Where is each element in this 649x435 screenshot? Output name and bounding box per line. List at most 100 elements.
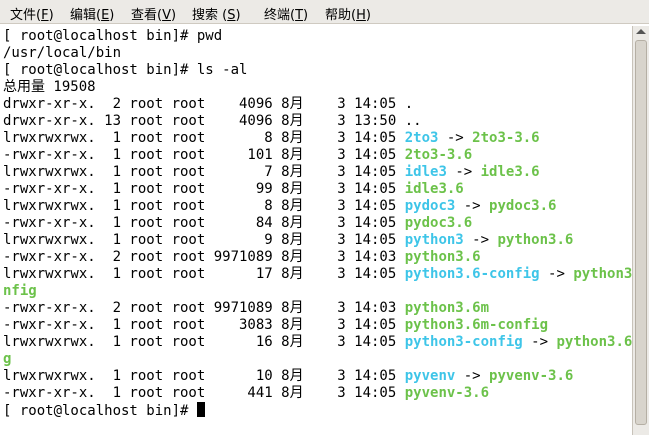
terminal-text: -rwxr-xr-x. 2 root root 9971089 8月 3 14:… (3, 249, 405, 265)
terminal-line: -rwxr-xr-x. 2 root root 9971089 8月 3 14:… (3, 249, 481, 266)
symlink-name: pyvenv (404, 368, 456, 384)
menu-item-1[interactable]: 编辑(E) (70, 4, 114, 23)
menu-item-tail: ) (365, 8, 371, 23)
terminal-line: [ root@localhost bin]# ls -al (3, 62, 247, 79)
menu-item-0[interactable]: 文件(F) (10, 4, 54, 23)
terminal-text: lrwxrwxrwx. 1 root root 8 8月 3 14:05 (3, 130, 405, 146)
terminal-line: lrwxrwxrwx. 1 root root 8 8月 3 14:05 pyd… (3, 198, 556, 215)
executable-name: pydoc3.6 (404, 215, 473, 231)
menu-item-tail: ) (170, 8, 177, 23)
terminal-line: lrwxrwxrwx. 1 root root 17 8月 3 14:05 py… (3, 266, 632, 283)
terminal-text: -rwxr-xr-x. 1 root root 84 8月 3 14:05 (3, 215, 405, 231)
terminal-text: -rwxr-xr-x. 1 root root 101 8月 3 14:05 (3, 147, 405, 163)
terminal-text: [ root@localhost bin]# ls -al (3, 62, 248, 78)
terminal-line: nfig (3, 283, 37, 300)
terminal-text: -rwxr-xr-x. 1 root root 99 8月 3 14:05 (3, 181, 405, 197)
terminal-text: -> (522, 334, 557, 350)
terminal-text: -rwxr-xr-x. 1 root root 441 8月 3 14:05 (3, 385, 405, 401)
menu-item-tail: ) (48, 8, 54, 23)
terminal-text: lrwxrwxrwx. 1 root root 10 8月 3 14:05 (3, 368, 405, 384)
menu-item-accelerator: T (295, 8, 304, 23)
executable-name: nfig (3, 283, 37, 299)
executable-name: pyvenv-3.6 (404, 385, 490, 401)
terminal-text: drwxr-xr-x. 2 root root 4096 8月 3 14:05 … (3, 96, 414, 112)
terminal-text: lrwxrwxrwx. 1 root root 7 8月 3 14:05 (3, 164, 405, 180)
menu-item-label: 搜索 ( (192, 8, 228, 23)
executable-name: idle3.6 (404, 181, 464, 197)
scrollbar-thumb[interactable] (635, 40, 647, 425)
terminal-text: -> (455, 198, 490, 214)
symlink-name: python3.6-config (404, 266, 540, 282)
symlink-name: idle3 (404, 164, 447, 180)
terminal-line: drwxr-xr-x. 2 root root 4096 8月 3 14:05 … (3, 96, 413, 113)
terminal-text: lrwxrwxrwx. 1 root root 17 8月 3 14:05 (3, 266, 405, 282)
menu-item-accelerator: H (356, 8, 366, 23)
terminal-text: -> (446, 164, 481, 180)
terminal-text: -rwxr-xr-x. 1 root root 3083 8月 3 14:05 (3, 317, 405, 333)
terminal-line: [ root@localhost bin]# (3, 402, 205, 419)
terminal-line: -rwxr-xr-x. 1 root root 441 8月 3 14:05 p… (3, 385, 489, 402)
terminal-line: -rwxr-xr-x. 1 root root 84 8月 3 14:05 py… (3, 215, 472, 232)
terminal-text: -> (455, 368, 490, 384)
terminal-text: /usr/local/bin (3, 45, 122, 61)
terminal-output[interactable]: [ root@localhost bin]# pwd/usr/local/bin… (0, 26, 632, 435)
menu-item-2[interactable]: 查看(V) (131, 4, 176, 23)
menu-item-accelerator: F (41, 8, 49, 23)
terminal-line: lrwxrwxrwx. 1 root root 7 8月 3 14:05 idl… (3, 164, 540, 181)
terminal-text: lrwxrwxrwx. 1 root root 8 8月 3 14:05 (3, 198, 405, 214)
executable-name: idle3.6 (480, 164, 540, 180)
scroll-up-arrow-icon[interactable] (636, 29, 646, 34)
menu-item-3[interactable]: 搜索 (S) (192, 4, 241, 23)
executable-name: python3.6m (404, 300, 490, 316)
terminal-line: lrwxrwxrwx. 1 root root 10 8月 3 14:05 py… (3, 368, 573, 385)
terminal-line: -rwxr-xr-x. 1 root root 101 8月 3 14:05 2… (3, 147, 472, 164)
terminal-line: g (3, 351, 11, 368)
terminal-line: lrwxrwxrwx. 1 root root 8 8月 3 14:05 2to… (3, 130, 540, 147)
menu-item-label: 文件( (10, 8, 42, 23)
menu-item-label: 帮助( (325, 8, 357, 23)
terminal-scrollbar[interactable] (632, 26, 649, 435)
menu-item-label: 终端( (264, 8, 296, 23)
executable-name: python3.6m-co (573, 266, 632, 282)
terminal-line: 总用量 19508 (3, 79, 96, 96)
menu-item-5[interactable]: 帮助(H) (325, 4, 371, 23)
terminal-text: -> (438, 130, 473, 146)
terminal-text: -> (539, 266, 574, 282)
menu-item-accelerator: V (162, 8, 171, 23)
executable-name: python3.6m-config (404, 317, 549, 333)
executable-name: python3.6-confi (556, 334, 632, 350)
terminal-text: -> (463, 232, 498, 248)
symlink-name: 2to3 (404, 130, 439, 146)
symlink-name: python3-config (404, 334, 523, 350)
executable-name: 2to3-3.6 (404, 147, 473, 163)
terminal-line: -rwxr-xr-x. 1 root root 99 8月 3 14:05 id… (3, 181, 464, 198)
terminal-text: [ root@localhost bin]# (3, 403, 197, 419)
terminal-line: -rwxr-xr-x. 1 root root 3083 8月 3 14:05 … (3, 317, 548, 334)
executable-name: g (3, 351, 12, 367)
executable-name: python3.6 (497, 232, 574, 248)
terminal-line: lrwxrwxrwx. 1 root root 9 8月 3 14:05 pyt… (3, 232, 573, 249)
terminal-line: lrwxrwxrwx. 1 root root 16 8月 3 14:05 py… (3, 334, 632, 351)
menu-item-tail: ) (109, 8, 115, 23)
terminal-line: drwxr-xr-x. 13 root root 4096 8月 3 13:50… (3, 113, 422, 130)
terminal-text: drwxr-xr-x. 13 root root 4096 8月 3 13:50… (3, 113, 422, 129)
terminal-text: [ root@localhost bin]# pwd (3, 28, 223, 44)
symlink-name: python3 (404, 232, 464, 248)
menu-item-label: 编辑( (70, 8, 102, 23)
terminal-cursor (196, 402, 205, 417)
terminal-text: -rwxr-xr-x. 2 root root 9971089 8月 3 14:… (3, 300, 405, 316)
menu-item-tail: ) (303, 8, 309, 23)
symlink-name: pydoc3 (404, 198, 456, 214)
terminal-text: lrwxrwxrwx. 1 root root 9 8月 3 14:05 (3, 232, 405, 248)
terminal-line: -rwxr-xr-x. 2 root root 9971089 8月 3 14:… (3, 300, 489, 317)
terminal-line: /usr/local/bin (3, 45, 121, 62)
terminal-line: [ root@localhost bin]# pwd (3, 28, 222, 45)
executable-name: 2to3-3.6 (472, 130, 540, 146)
executable-name: pydoc3.6 (489, 198, 557, 214)
terminal-text: 总用量 19508 (3, 79, 96, 95)
menu-item-4[interactable]: 终端(T) (264, 4, 308, 23)
menu-item-tail: ) (235, 8, 241, 23)
menu-bar: 文件(F) 编辑(E) 查看(V) 搜索 (S) 终端(T) 帮助(H) (0, 0, 649, 24)
terminal-text: lrwxrwxrwx. 1 root root 16 8月 3 14:05 (3, 334, 405, 350)
executable-name: pyvenv-3.6 (489, 368, 574, 384)
